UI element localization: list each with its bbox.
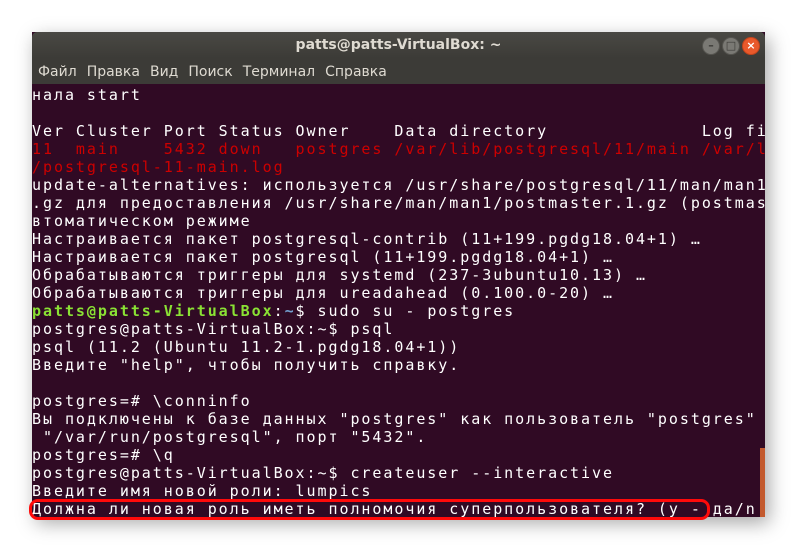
terminal-line: втоматическом режиме [32, 212, 758, 230]
terminal-line: Настраивается пакет postgresql (11+199.p… [32, 248, 758, 266]
menu-search[interactable]: Поиск [182, 58, 236, 80]
terminal-line: 11 main 5432 down postgres /var/lib/post… [32, 140, 765, 158]
terminal-line: Настраивается пакет postgresql-contrib (… [32, 230, 758, 248]
terminal-text: : [273, 302, 285, 320]
highlight-annotation [29, 499, 710, 520]
terminal-text: Обрабатываются триггеры для ureadahead (… [32, 284, 614, 302]
terminal-text: ~ [284, 302, 296, 320]
close-icon: × [746, 39, 756, 52]
terminal-line: postgres=# \conninfo [32, 392, 758, 410]
terminal-output[interactable]: нала start Ver Cluster Port Status Owner … [32, 86, 765, 517]
terminal-text: postgres=# \q [32, 446, 175, 464]
terminal-text: втоматическом режиме [32, 212, 252, 230]
maximize-icon: □ [725, 39, 737, 52]
terminal-text: update-alternatives: используется /usr/s… [32, 176, 765, 194]
terminal-line: postgres@patts-VirtualBox:~$ psql [32, 320, 758, 338]
minimize-button[interactable]: – [702, 37, 720, 55]
terminal-line: /postgresql-11-main.log [32, 158, 758, 176]
terminal-text: Настраивается пакет postgresql-contrib (… [32, 230, 702, 248]
terminal-text: postgres=# \conninfo [32, 392, 252, 410]
terminal-text: 11 main 5432 down postgres /var/lib/post… [32, 140, 765, 158]
terminal-text: Настраивается пакет postgresql (11+199.p… [32, 248, 614, 266]
maximize-button[interactable]: □ [722, 37, 740, 55]
terminal-line: postgres=# \q [32, 446, 758, 464]
terminal-text: Ver Cluster Port Status Owner Data direc… [32, 122, 765, 140]
menu-help[interactable]: Справка [319, 58, 391, 80]
terminal-line: Введите имя новой роли: lumpics [32, 482, 758, 500]
terminal-line: Ver Cluster Port Status Owner Data direc… [32, 122, 765, 140]
terminal-text: .gz для предоставления /usr/share/man/ma… [32, 194, 765, 212]
menu-edit[interactable]: Правка [81, 58, 144, 80]
title-bar[interactable]: patts@patts-VirtualBox: ~ – □ × [32, 32, 765, 58]
terminal-line: psql (11.2 (Ubuntu 11.2-1.pgdg18.04+1)) [32, 338, 758, 356]
terminal-text: postgres@patts-VirtualBox:~$ psql [32, 320, 395, 338]
terminal-window: patts@patts-VirtualBox: ~ – □ × Файл Прав… [32, 32, 765, 517]
terminal-text: нала start [32, 86, 142, 104]
terminal-text: postgres@patts-VirtualBox:~$ createuser … [32, 464, 614, 482]
terminal-line: Введите "help", чтобы получить справку. [32, 356, 758, 374]
scrollbar[interactable] [760, 448, 765, 517]
terminal-line: нала start [32, 86, 758, 104]
terminal-line: Вы подключены к базе данных "postgres" к… [32, 410, 758, 428]
terminal-line: Обрабатываются триггеры для ureadahead (… [32, 284, 758, 302]
terminal-text: /postgresql-11-main.log [32, 158, 285, 176]
terminal-text: "/var/run/postgresql", порт "5432". [32, 428, 428, 446]
terminal-text: patts@patts-VirtualBox [32, 302, 274, 320]
window-title: patts@patts-VirtualBox: ~ [295, 37, 502, 53]
terminal-text: Введите имя новой роли: lumpics [32, 482, 373, 500]
menu-file[interactable]: Файл [32, 58, 81, 80]
terminal-line: "/var/run/postgresql", порт "5432". [32, 428, 758, 446]
terminal-line: .gz для предоставления /usr/share/man/ma… [32, 194, 765, 212]
terminal-line: postgres@patts-VirtualBox:~$ createuser … [32, 464, 758, 482]
terminal-text: Введите "help", чтобы получить справку. [32, 356, 461, 374]
menu-bar: Файл Правка Вид Поиск Терминал Справка [32, 58, 765, 84]
terminal-text: Вы подключены к базе данных "postgres" к… [32, 410, 757, 428]
terminal-text: $ sudo su - postgres [295, 302, 516, 320]
terminal-line: patts@patts-VirtualBox:~$ sudo su - post… [32, 302, 758, 320]
terminal-text: psql (11.2 (Ubuntu 11.2-1.pgdg18.04+1)) [32, 338, 461, 356]
terminal-line: Обрабатываются триггеры для systemd (237… [32, 266, 758, 284]
menu-view[interactable]: Вид [144, 58, 182, 80]
terminal-text: Обрабатываются триггеры для systemd (237… [32, 266, 647, 284]
close-button[interactable]: × [742, 37, 760, 55]
terminal-line: update-alternatives: используется /usr/s… [32, 176, 765, 194]
menu-terminal[interactable]: Терминал [237, 58, 319, 80]
minimize-icon: – [708, 39, 714, 52]
